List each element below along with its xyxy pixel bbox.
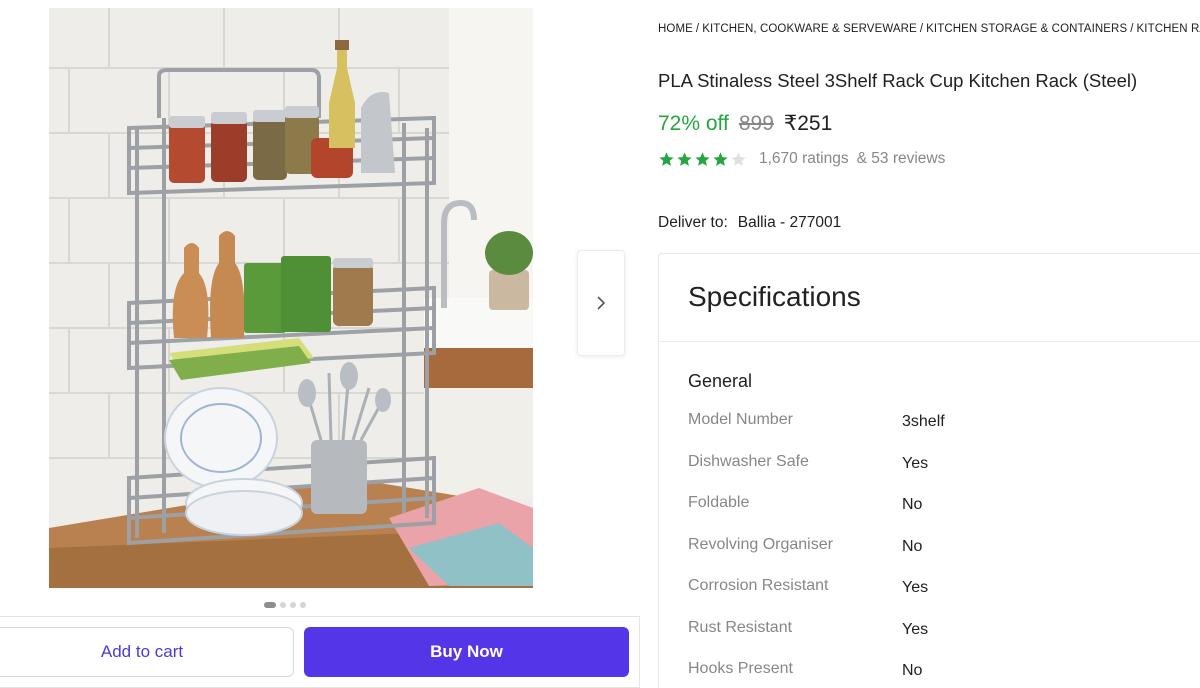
spec-value: No bbox=[902, 662, 923, 679]
breadcrumb-item-kitchen-storage[interactable]: KITCHEN STORAGE & CONTAINERS bbox=[926, 23, 1127, 35]
carousel-dot-active[interactable] bbox=[264, 602, 276, 608]
carousel-dot[interactable] bbox=[300, 602, 306, 608]
product-page: Add to cart Buy Now HOME / KITCHEN, COOKWA… bbox=[0, 0, 1200, 688]
spec-key: Dishwasher Safe bbox=[688, 452, 809, 470]
spec-value: No bbox=[902, 537, 923, 555]
breadcrumb-item-kitchen-cookware[interactable]: KITCHEN, COOKWARE & SERVEWARE bbox=[702, 23, 917, 35]
delivery-info: Deliver to: Ballia - 277001 bbox=[658, 214, 841, 232]
spec-value: 3shelf bbox=[902, 413, 945, 430]
rating-row: 1,670 ratings & 53 reviews bbox=[658, 150, 945, 168]
image-next-button[interactable] bbox=[577, 250, 625, 356]
specifications-card: Specifications General Model Number 3she… bbox=[658, 253, 1200, 688]
spec-key: Rust Resistant bbox=[688, 618, 793, 636]
breadcrumb-item-home[interactable]: HOME bbox=[658, 23, 693, 35]
spec-row: Foldable No bbox=[688, 494, 1188, 536]
spec-value: Yes bbox=[902, 454, 929, 472]
add-to-cart-button[interactable]: Add to cart bbox=[0, 627, 294, 677]
deliver-to-label: Deliver to: bbox=[658, 214, 728, 231]
breadcrumb-item-kitchen-racks[interactable]: KITCHEN RACKS bbox=[1137, 23, 1200, 35]
spec-row: Model Number 3shelf bbox=[688, 411, 1188, 453]
spec-value: Yes bbox=[902, 620, 929, 638]
buy-now-button[interactable]: Buy Now bbox=[304, 627, 629, 677]
star-filled-icon bbox=[695, 151, 710, 166]
image-carousel-dots bbox=[264, 601, 306, 609]
spec-row: Rust Resistant Yes bbox=[688, 619, 1188, 661]
spec-row: Dishwasher Safe Yes bbox=[688, 453, 1188, 495]
selling-price: ₹251 bbox=[783, 112, 833, 135]
specifications-header: Specifications bbox=[659, 254, 1200, 342]
spec-key: Model Number bbox=[688, 411, 793, 428]
spec-value: No bbox=[902, 496, 923, 513]
spec-key: Foldable bbox=[688, 494, 750, 511]
ratings-count[interactable]: 1,670 ratings bbox=[759, 150, 849, 168]
breadcrumb: HOME / KITCHEN, COOKWARE & SERVEWARE / KITCH… bbox=[658, 23, 1200, 39]
spec-row: Corrosion Resistant Yes bbox=[688, 577, 1188, 619]
star-filled-icon bbox=[659, 151, 674, 166]
spec-table: Model Number 3shelf Dishwasher Safe Yes … bbox=[688, 411, 1188, 688]
spec-key: Revolving Organiser bbox=[688, 535, 833, 553]
discount-label: 72% off bbox=[658, 112, 729, 135]
product-title: PLA Stinaless Steel 3Shelf Rack Cup Kitc… bbox=[658, 70, 1138, 91]
spec-row: Hooks Present No bbox=[688, 660, 1188, 688]
spec-key: Corrosion Resistant bbox=[688, 577, 829, 594]
spec-row: Revolving Organiser No bbox=[688, 536, 1188, 578]
mrp-price: 899 bbox=[738, 112, 774, 135]
specifications-title: Specifications bbox=[688, 281, 861, 312]
star-rating[interactable] bbox=[658, 151, 747, 168]
star-empty-icon bbox=[731, 151, 746, 166]
star-filled-icon bbox=[713, 151, 728, 166]
spec-value: Yes bbox=[902, 579, 929, 596]
price-row: 72% off 899 ₹251 bbox=[658, 111, 832, 136]
carousel-dot[interactable] bbox=[280, 602, 286, 608]
spec-group-title: General bbox=[688, 371, 753, 391]
star-filled-icon bbox=[677, 151, 692, 166]
delivery-location[interactable]: Ballia - 277001 bbox=[738, 214, 841, 232]
reviews-count[interactable]: & 53 reviews bbox=[857, 150, 946, 168]
product-image[interactable] bbox=[49, 8, 533, 588]
chevron-right-icon bbox=[595, 296, 607, 310]
spec-key: Hooks Present bbox=[688, 660, 793, 677]
carousel-dot[interactable] bbox=[290, 602, 296, 608]
